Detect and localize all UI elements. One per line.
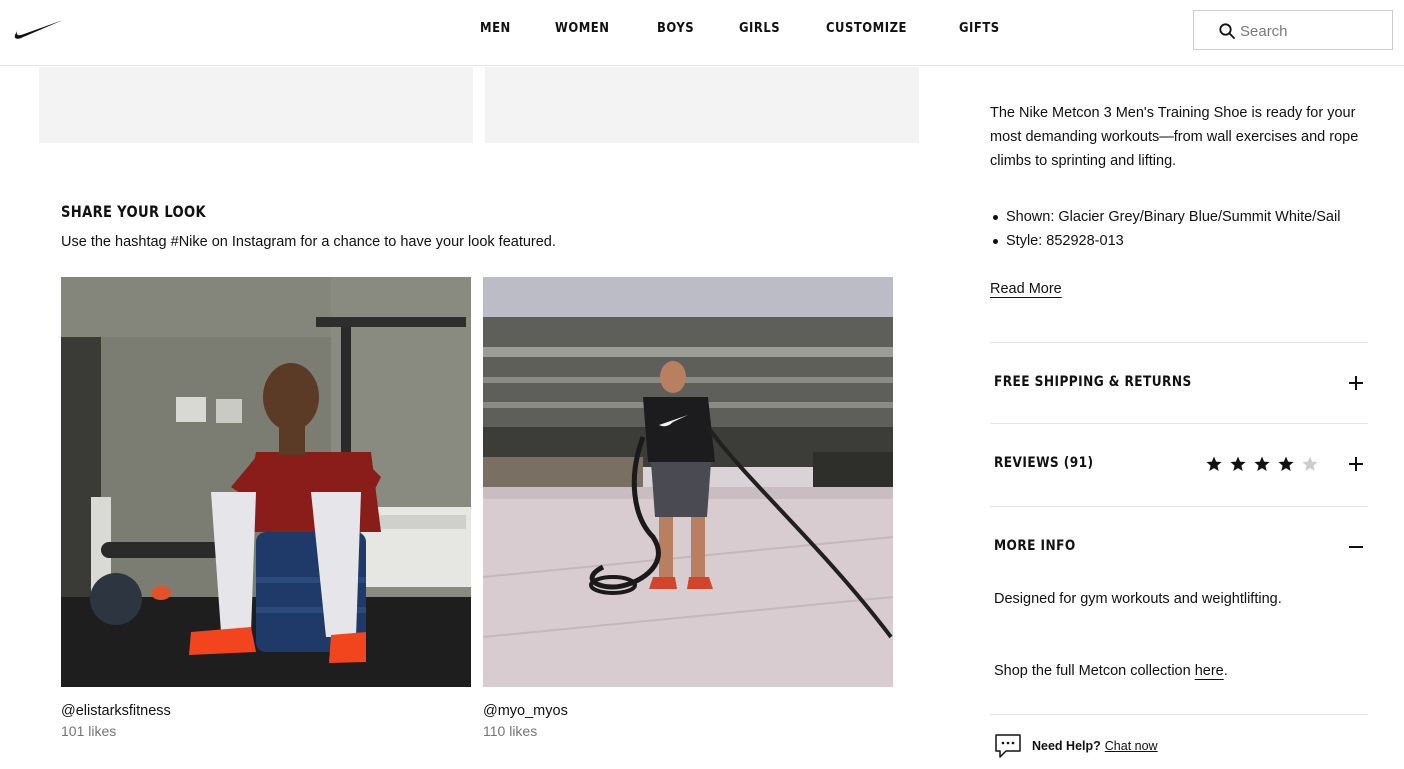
- divider: [990, 423, 1368, 424]
- share-look-subtitle: Use the hashtag #Nike on Instagram for a…: [61, 234, 556, 250]
- product-detail-style: Style: 852928-013: [993, 229, 1376, 253]
- accordion-shipping-title[interactable]: FREE SHIPPING & RETURNS: [994, 374, 1192, 390]
- product-detail-shown: Shown: Glacier Grey/Binary Blue/Summit W…: [993, 205, 1376, 229]
- need-help-bar: Need Help? Chat now: [994, 733, 1158, 759]
- nav-item-customize[interactable]: CUSTOMIZE: [826, 20, 907, 36]
- nav-item-women[interactable]: WOMEN: [555, 20, 609, 36]
- share-look-title: SHARE YOUR LOOK: [61, 202, 207, 221]
- star-icon: [1230, 456, 1246, 471]
- collection-period: .: [1223, 663, 1228, 679]
- star-icon: [1206, 456, 1222, 471]
- product-details-list: Shown: Glacier Grey/Binary Blue/Summit W…: [993, 205, 1376, 253]
- post-likes: 110 likes: [483, 723, 538, 739]
- search-box[interactable]: [1193, 10, 1393, 50]
- post-likes: 101 likes: [61, 723, 117, 739]
- plus-icon[interactable]: [1348, 456, 1364, 472]
- need-help-label: Need Help?: [1032, 739, 1101, 753]
- chat-now-link[interactable]: Chat now: [1105, 739, 1158, 753]
- plus-icon[interactable]: [1348, 375, 1364, 391]
- main-nav: MEN WOMEN BOYS GIRLS CUSTOMIZE GIFTS: [480, 20, 1046, 36]
- site-header: MEN WOMEN BOYS GIRLS CUSTOMIZE GIFTS: [0, 0, 1404, 66]
- accordion-reviews-title[interactable]: REVIEWS (91): [994, 455, 1094, 471]
- read-more-link[interactable]: Read More: [990, 281, 1062, 297]
- nike-swoosh-icon[interactable]: [12, 19, 64, 41]
- post-handle[interactable]: @myo_myos: [483, 703, 568, 719]
- nav-item-girls[interactable]: GIRLS: [739, 20, 780, 36]
- nav-item-gifts[interactable]: GIFTS: [959, 20, 1000, 36]
- product-image-tile[interactable]: [485, 67, 919, 143]
- nav-item-men[interactable]: MEN: [480, 20, 511, 36]
- post-handle[interactable]: @elistarksfitness: [61, 703, 171, 719]
- rating-stars: [1205, 455, 1319, 473]
- instagram-photo-gym[interactable]: [61, 277, 471, 687]
- divider: [990, 714, 1368, 715]
- star-icon: [1278, 456, 1294, 471]
- search-input[interactable]: [1240, 20, 1380, 42]
- accordion-more-info-title[interactable]: MORE INFO: [994, 538, 1076, 554]
- star-icon: [1302, 456, 1318, 471]
- instagram-photo-rope[interactable]: [483, 277, 893, 687]
- divider: [990, 506, 1368, 507]
- star-icon: [1254, 456, 1270, 471]
- collection-text: Shop the full Metcon collection here.: [994, 663, 1228, 679]
- more-info-text: Designed for gym workouts and weightlift…: [994, 591, 1282, 607]
- product-description: The Nike Metcon 3 Men's Training Shoe is…: [990, 105, 1359, 169]
- nav-item-boys[interactable]: BOYS: [657, 20, 694, 36]
- search-icon: [1219, 23, 1235, 39]
- chat-bubble-icon: [995, 734, 1021, 758]
- collection-link[interactable]: here: [1195, 663, 1224, 679]
- divider: [990, 342, 1368, 343]
- minus-icon[interactable]: [1348, 539, 1364, 555]
- collection-label: Shop the full Metcon collection: [994, 663, 1195, 679]
- product-image-tile[interactable]: [39, 67, 473, 143]
